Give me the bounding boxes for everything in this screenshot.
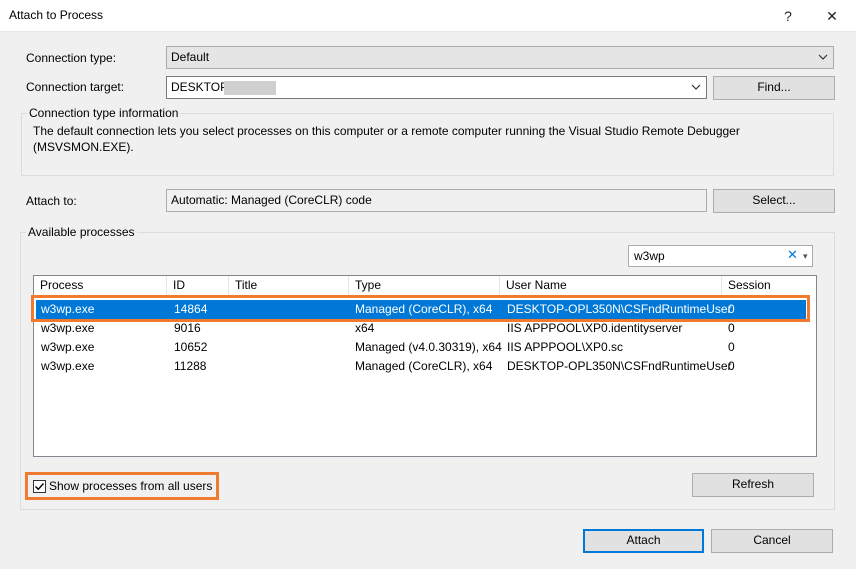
column-header-id[interactable]: ID <box>167 276 229 295</box>
column-header-type[interactable]: Type <box>349 276 500 295</box>
help-icon[interactable]: ? <box>774 4 802 28</box>
connection-target-input[interactable]: DESKTOP- <box>166 76 707 99</box>
filter-value: w3wp <box>634 249 665 263</box>
redacted-hostname <box>224 81 276 95</box>
column-header-process[interactable]: Process <box>34 276 167 295</box>
checkmark-icon <box>35 483 45 491</box>
process-filter-input[interactable]: w3wp ✕ ▾ <box>628 245 813 267</box>
table-row[interactable]: w3wp.exe 10652 Managed (v4.0.30319), x64… <box>36 338 806 357</box>
cell-id: 11288 <box>174 359 207 373</box>
select-button[interactable]: Select... <box>713 189 835 213</box>
column-header-user-name[interactable]: User Name <box>500 276 722 295</box>
connection-type-value: Default <box>171 50 210 64</box>
cell-user-name: DESKTOP-OPL350N\CSFndRuntimeUser <box>507 359 732 373</box>
close-icon[interactable]: ✕ <box>818 4 846 28</box>
connection-info-text: The default connection lets you select p… <box>33 124 740 154</box>
column-header-title[interactable]: Title <box>229 276 349 295</box>
connection-info-title: Connection type information <box>27 106 181 120</box>
cell-id: 10652 <box>174 340 208 354</box>
cancel-button[interactable]: Cancel <box>711 529 833 553</box>
available-processes-title: Available processes <box>26 225 137 239</box>
connection-type-dropdown[interactable]: Default <box>166 46 834 69</box>
refresh-button[interactable]: Refresh <box>692 473 814 497</box>
window-title: Attach to Process <box>9 8 104 22</box>
table-row[interactable]: w3wp.exe 11288 Managed (CoreCLR), x64 DE… <box>36 357 806 376</box>
column-header-session[interactable]: Session <box>722 276 816 295</box>
show-all-users-label: Show processes from all users <box>49 479 213 493</box>
chevron-down-icon <box>818 54 828 60</box>
cell-session: 0 <box>728 340 735 354</box>
cell-user-name: IIS APPPOOL\XP0.sc <box>507 340 624 354</box>
cell-session: 0 <box>728 359 735 373</box>
chevron-down-icon[interactable] <box>691 81 701 93</box>
cell-type: Managed (CoreCLR), x64 <box>355 359 493 373</box>
clear-filter-icon[interactable]: ✕ <box>787 248 798 262</box>
chevron-down-icon[interactable]: ▾ <box>803 249 808 263</box>
attach-to-field: Automatic: Managed (CoreCLR) code <box>166 189 707 212</box>
attach-button[interactable]: Attach <box>583 529 704 553</box>
connection-type-label: Connection type: <box>26 51 116 65</box>
cell-type: Managed (v4.0.30319), x64 <box>355 340 502 354</box>
connection-target-value: DESKTOP- <box>171 80 233 94</box>
title-bar: Attach to Process ? ✕ <box>0 0 856 32</box>
cell-process: w3wp.exe <box>41 340 95 354</box>
connection-type-label-text: Connection type: <box>26 51 117 65</box>
connection-target-label-text: Connection target: <box>26 80 125 94</box>
selected-row-highlight <box>31 295 810 322</box>
connection-target-label: Connection target: <box>26 80 124 94</box>
cell-process: w3wp.exe <box>41 359 95 373</box>
show-all-users-checkbox[interactable] <box>33 480 46 493</box>
find-button[interactable]: Find... <box>713 76 835 100</box>
attach-to-label: Attach to: <box>26 194 77 208</box>
